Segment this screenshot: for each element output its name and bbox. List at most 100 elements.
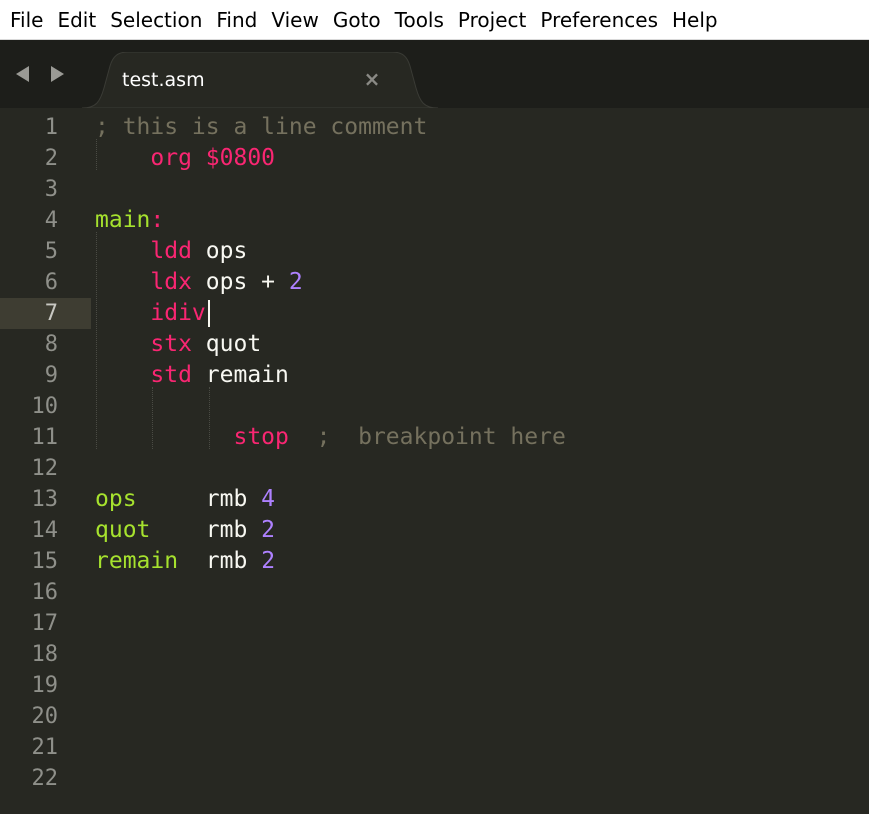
line-number: 4 [44,208,58,233]
menu-help[interactable]: Help [665,0,725,40]
code-token-plain: rmb [150,517,262,543]
code-token-plain: ops [191,238,248,264]
line-number: 20 [31,704,59,729]
code-text: org $0800 [95,143,275,174]
line-number: 2 [44,146,58,171]
code-token-label: ops [95,486,137,512]
line-number: 8 [44,332,58,357]
menu-view[interactable]: View [264,0,325,40]
line-number: 19 [31,673,59,698]
code-line[interactable]: 3 [0,174,869,205]
code-line[interactable]: 17 [0,608,869,639]
code-token-keyword: stop [233,424,289,450]
code-line[interactable]: 20 [0,701,869,732]
code-token-label: main [95,207,151,233]
code-token-comment: ; this is a line comment [95,114,428,140]
code-text: quot rmb 2 [95,515,275,546]
code-text: ldd ops [95,236,247,267]
line-number: 3 [44,177,58,202]
code-line[interactable]: 14 quot rmb 2 [0,515,869,546]
code-line[interactable]: 16 [0,577,869,608]
code-token-number: 4 [261,486,276,512]
code-token-plain: quot [191,331,262,357]
code-token-plain: rmb [136,486,262,512]
line-number: 22 [31,766,59,791]
code-token-plain: rmb [178,548,262,574]
line-number: 6 [44,270,58,295]
line-number: 11 [31,425,59,450]
code-text: remain rmb 2 [95,546,275,577]
code-token-keyword: idiv [150,300,206,326]
code-text: idiv [95,298,206,329]
code-line[interactable]: 13 ops rmb 4 [0,484,869,515]
code-token-comment: ; breakpoint here [288,424,566,450]
tab-scroll-right-icon[interactable] [51,66,64,82]
menu-file[interactable]: File [3,0,50,40]
code-line[interactable]: 2 org $0800 [0,143,869,174]
code-line[interactable]: 11 stop ; breakpoint here [0,422,869,453]
code-token-number: 2 [288,269,303,295]
close-icon[interactable]: × [361,68,383,90]
code-line[interactable]: 22 [0,763,869,794]
code-token-label: remain [95,548,179,574]
line-number: 12 [31,456,59,481]
code-line[interactable]: 5 ldd ops [0,236,869,267]
code-token-keyword: ldx [150,269,192,295]
menu-edit[interactable]: Edit [50,0,103,40]
line-number: 9 [44,363,58,388]
code-token-keyword: std [150,362,192,388]
code-text: ops rmb 4 [95,484,275,515]
code-text: std remain [95,360,288,391]
code-line[interactable]: 7 idiv [0,298,869,329]
line-number: 13 [31,487,59,512]
code-line[interactable]: 8 stx quot [0,329,869,360]
text-cursor [208,300,211,327]
line-number: 1 [44,115,58,140]
menu-preferences[interactable]: Preferences [533,0,665,40]
code-token-keyword: $0800 [205,145,276,171]
code-token-label: quot [95,517,151,543]
menu-project[interactable]: Project [451,0,533,40]
line-number: 18 [31,642,59,667]
menu-bar: File Edit Selection Find View Goto Tools… [0,0,869,40]
code-editor[interactable]: 1 ; this is a line comment 2 org $0800 3 4 ma… [0,108,869,814]
menu-goto[interactable]: Goto [326,0,388,40]
code-text: main: [95,205,164,236]
line-number: 17 [31,611,59,636]
code-line[interactable]: 6 ldx ops + 2 [0,267,869,298]
code-line[interactable]: 12 [0,453,869,484]
code-line[interactable]: 9 std remain [0,360,869,391]
line-number: 21 [31,735,59,760]
code-text: stop ; breakpoint here [95,422,566,453]
tab-title: test.asm [122,69,205,91]
tab-scroll-left-icon[interactable] [16,66,29,82]
menu-selection[interactable]: Selection [103,0,209,40]
code-text: ; this is a line comment [95,112,427,143]
code-line[interactable]: 1 ; this is a line comment [0,112,869,143]
line-number: 7 [44,301,58,326]
code-line[interactable]: 21 [0,732,869,763]
code-line[interactable]: 15 remain rmb 2 [0,546,869,577]
menu-find[interactable]: Find [209,0,264,40]
code-line[interactable]: 10 [0,391,869,422]
code-token-keyword: org [150,145,192,171]
code-token-keyword: stx [150,331,192,357]
code-line[interactable]: 19 [0,670,869,701]
code-text: ldx ops + 2 [95,267,303,298]
code-line[interactable]: 4 main: [0,205,869,236]
code-line[interactable]: 18 [0,639,869,670]
code-token-number: 2 [261,517,276,543]
line-number: 14 [31,518,59,543]
code-token-keyword: ldd [150,238,192,264]
line-number: 16 [31,580,59,605]
line-number: 15 [31,549,59,574]
menu-tools[interactable]: Tools [388,0,451,40]
code-token-keyword: : [150,207,165,233]
